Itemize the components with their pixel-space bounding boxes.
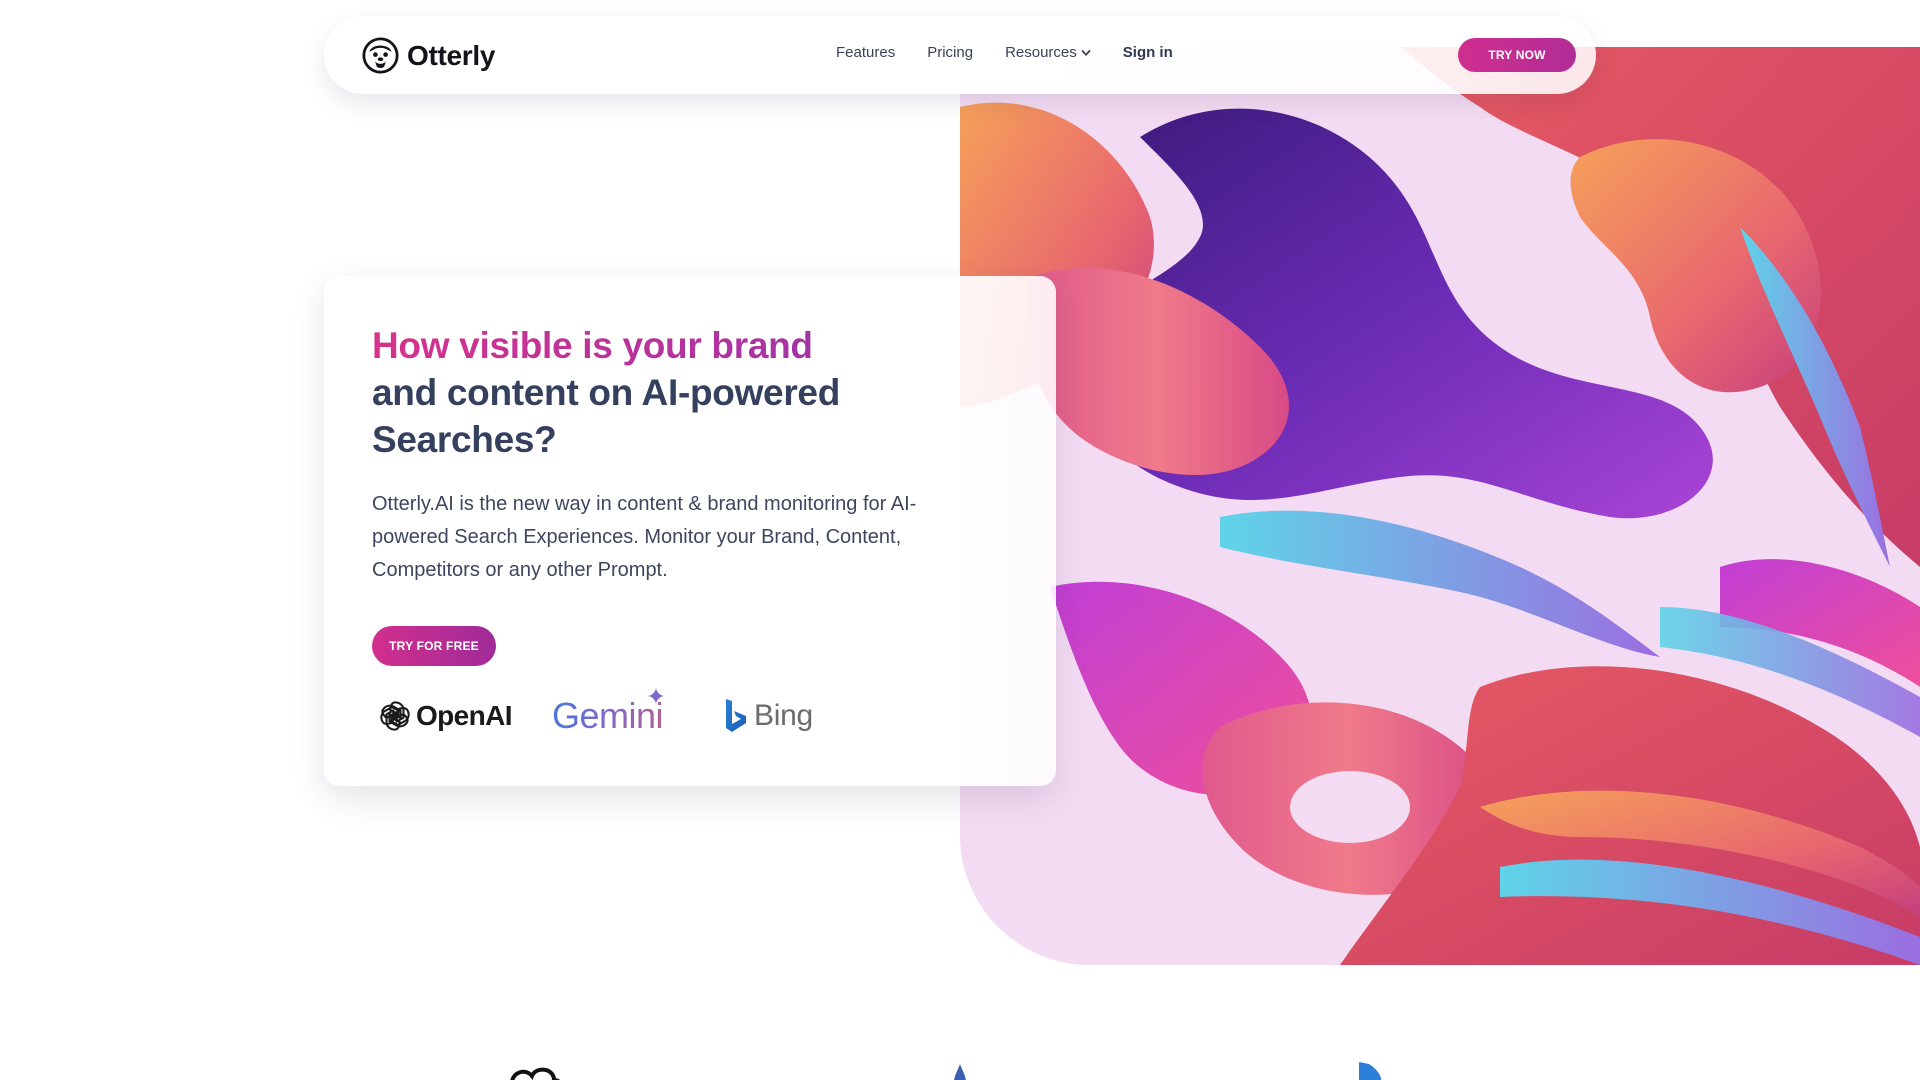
abstract-fluid-art xyxy=(960,47,1920,965)
nav-link-features[interactable]: Features xyxy=(836,44,895,61)
hero-headline-accent: How visible is your brand xyxy=(372,325,813,366)
nav-link-resources-label: Resources xyxy=(1005,44,1077,61)
try-for-free-button[interactable]: TRY FOR FREE xyxy=(372,626,496,666)
otter-logo-icon xyxy=(362,37,399,74)
bing-partial-icon xyxy=(1355,1058,1385,1080)
hero-artwork xyxy=(960,47,1920,965)
bing-icon xyxy=(726,699,746,732)
try-now-button[interactable]: TRY NOW xyxy=(1458,38,1576,72)
brand-name: Otterly xyxy=(407,39,496,71)
partner-gemini: Gemini xyxy=(552,688,664,744)
chevron-down-icon xyxy=(1081,49,1091,56)
nav-link-sign-in[interactable]: Sign in xyxy=(1123,44,1173,61)
nav-link-pricing[interactable]: Pricing xyxy=(927,44,973,61)
partner-openai: OpenAI xyxy=(378,688,513,744)
hero-card: How visible is your brand and content on… xyxy=(324,276,1056,786)
partner-gemini-name: Gemini xyxy=(552,695,664,736)
drop-icon xyxy=(950,1058,970,1080)
hero-subtext: Otterly.AI is the new way in content & b… xyxy=(372,493,917,581)
openai-icon xyxy=(380,701,410,731)
top-navbar: Otterly Features Pricing Resources Sign … xyxy=(324,16,1596,94)
partner-logos: OpenAI Gemini Bing xyxy=(378,688,938,744)
partner-bing: Bing xyxy=(724,688,813,744)
gemini-spark-icon xyxy=(648,688,664,704)
nav-link-resources[interactable]: Resources xyxy=(1005,44,1091,61)
cloud-icon xyxy=(500,1058,570,1080)
nav-links: Features Pricing Resources Sign in xyxy=(836,44,1173,61)
partner-bing-name: Bing xyxy=(754,699,813,732)
brand[interactable]: Otterly xyxy=(362,37,495,74)
hero-headline-rest: and content on AI-powered Searches? xyxy=(372,372,841,460)
partner-openai-name: OpenAI xyxy=(416,700,513,731)
hero-headline: How visible is your brand and content on… xyxy=(372,322,932,463)
